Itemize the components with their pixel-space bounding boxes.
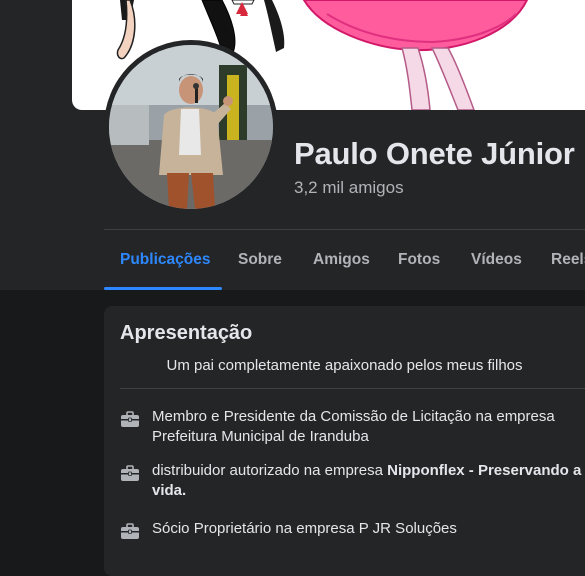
work-item-company[interactable]: Prefeitura Municipal de Iranduba <box>152 428 369 445</box>
friends-count[interactable]: 3,2 mil amigos <box>294 178 404 198</box>
intro-title: Apresentação <box>120 322 253 344</box>
active-tab-indicator <box>104 287 222 290</box>
tab-publicacoes[interactable]: Publicações <box>120 230 210 290</box>
tab-amigos[interactable]: Amigos <box>313 230 370 290</box>
intro-bio: Um pai completamente apaixonado pelos me… <box>166 357 523 374</box>
work-item-role: Membro e Presidente da Comissão de Licit… <box>152 408 555 425</box>
work-item-text: Sócio Proprietário na empresa P JR Soluç… <box>152 519 585 539</box>
tab-reels[interactable]: Reels <box>551 230 585 290</box>
work-briefcase-icon <box>120 409 140 429</box>
work-item-role: distribuidor autorizado na empresa <box>152 462 388 479</box>
work-briefcase-icon <box>120 463 140 483</box>
profile-avatar[interactable] <box>109 45 273 209</box>
work-item-company[interactable]: P JR Soluções <box>359 520 457 537</box>
profile-tabs: Publicações Sobre Amigos Fotos Vídeos Re… <box>104 230 585 290</box>
work-item-text: Membro e Presidente da Comissão de Licit… <box>152 407 585 447</box>
work-briefcase-icon <box>120 521 140 541</box>
tab-sobre[interactable]: Sobre <box>238 230 282 290</box>
work-item-text: distribuidor autorizado na empresa Nippo… <box>152 461 585 501</box>
work-item-role: Sócio Proprietário na empresa <box>152 520 359 537</box>
tab-videos[interactable]: Vídeos <box>471 230 522 290</box>
intro-divider <box>120 388 585 389</box>
tab-fotos[interactable]: Fotos <box>398 230 440 290</box>
profile-name: Paulo Onete Júnior <box>294 136 575 171</box>
intro-card: Apresentação Um pai completamente apaixo… <box>104 306 585 576</box>
